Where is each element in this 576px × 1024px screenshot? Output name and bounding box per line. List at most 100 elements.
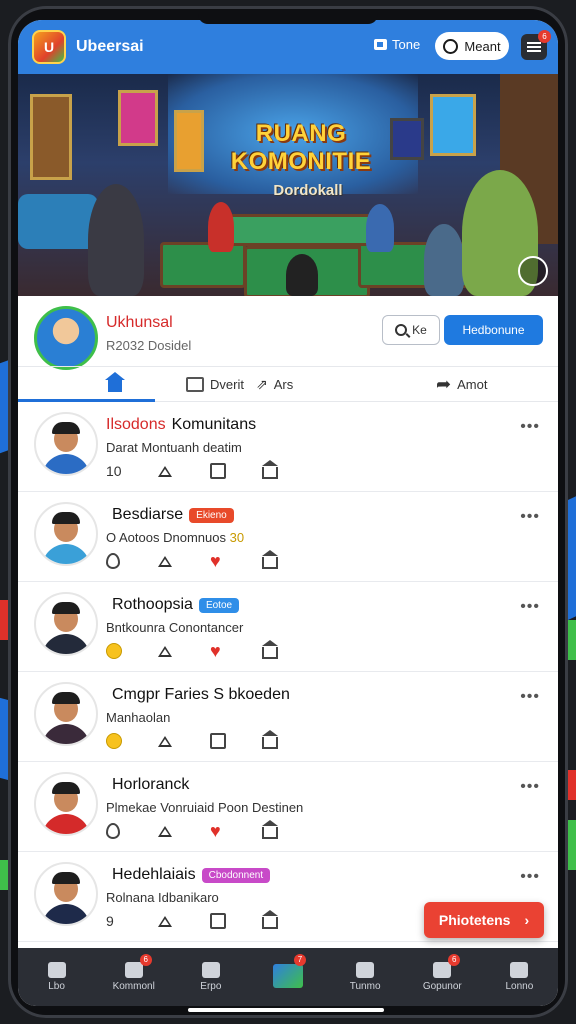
post-title-text: Rothoopsia (112, 596, 193, 613)
comment-button[interactable] (210, 912, 262, 930)
feed-post[interactable]: Rothoopsia Eotoe Bntkounra Conontancer •… (18, 582, 558, 672)
tab-more[interactable]: ➦ Amot (436, 367, 487, 401)
join-button[interactable]: Hedbonune (444, 315, 543, 345)
person-figure (366, 204, 394, 252)
avatar-hair (52, 422, 80, 434)
nav-item-kommonl[interactable]: Kommonl 6 (95, 948, 172, 1006)
more-options-icon[interactable]: ••• (520, 778, 540, 796)
smile-button[interactable] (106, 732, 158, 750)
create-icon (272, 963, 303, 988)
heart-icon: ♥ (210, 550, 221, 571)
more-options-icon[interactable]: ••• (520, 868, 540, 886)
search-button-label: Ke (412, 323, 427, 337)
nav-item-erpo[interactable]: Erpo (172, 948, 249, 1006)
save-button[interactable] (262, 550, 314, 570)
feed-post[interactable]: Ilsodons Komunitans Darat Montuanh deati… (18, 402, 558, 492)
feed-post[interactable]: Besdiarse Ekieno O Aotoos Dnomnuos 30 ••… (18, 492, 558, 582)
comment-button[interactable] (210, 732, 262, 750)
like-button[interactable] (106, 822, 158, 840)
avatar[interactable] (34, 412, 98, 476)
share-icon (158, 465, 172, 477)
more-options-icon[interactable]: ••• (520, 508, 540, 526)
heart-button[interactable]: ♥ (210, 550, 262, 571)
share-button[interactable] (158, 732, 210, 750)
app-logo[interactable]: U (32, 30, 66, 64)
menu-button[interactable]: 6 (521, 30, 551, 60)
tab-arts[interactable]: ⇗ Ars (256, 367, 293, 401)
toggle-icon (374, 39, 387, 50)
like-button[interactable] (106, 552, 158, 570)
post-subtitle: Plmekae Vonruiaid Poon Destinen (106, 800, 303, 815)
save-button[interactable] (262, 730, 314, 750)
save-icon (262, 730, 278, 749)
share-button[interactable] (158, 822, 210, 840)
smile-icon (106, 733, 122, 749)
reaction-count-value: 10 (106, 463, 122, 479)
home-indicator[interactable] (188, 1008, 384, 1012)
avatar[interactable] (34, 306, 98, 370)
more-options-icon[interactable]: ••• (520, 598, 540, 616)
avatar-hair (52, 872, 80, 884)
wall-poster (118, 90, 158, 146)
avatar[interactable] (34, 862, 98, 926)
nav-item-lonno[interactable]: Lonno (481, 948, 558, 1006)
save-icon (262, 460, 278, 479)
avatar-hair (52, 692, 80, 704)
reaction-count[interactable]: 9 (106, 912, 158, 930)
community-profile: Ukhunsal R2032 Dosidel Ke Hedbonune (18, 296, 558, 376)
save-button[interactable] (262, 460, 314, 480)
save-button[interactable] (262, 910, 314, 930)
feed-post[interactable]: Horloranck Plmekae Vonruiaid Poon Destin… (18, 762, 558, 852)
more-options-icon[interactable]: ••• (520, 418, 540, 436)
nav-item-lbo[interactable]: Lbo (18, 948, 95, 1006)
reaction-count[interactable]: 10 (106, 462, 158, 480)
nav-item-create[interactable]: 7 (249, 948, 326, 1006)
avatar[interactable] (34, 502, 98, 566)
feed-post[interactable]: Cmgpr Faries S bkoeden Manhaolan ••• (18, 672, 558, 762)
avatar-body (42, 634, 90, 654)
share-button[interactable] (158, 552, 210, 570)
wall-poster (430, 94, 476, 156)
hero-banner[interactable]: RUANG KOMONITIE Dordokall (18, 74, 558, 296)
tone-toggle-label: Tone (392, 37, 421, 52)
message-button[interactable]: Meant (435, 32, 509, 60)
post-title-text: Cmgpr Faries S bkoeden (112, 686, 290, 703)
home-icon (105, 372, 125, 392)
comment-button[interactable] (210, 462, 262, 480)
avatar-body (42, 724, 90, 744)
heart-button[interactable]: ♥ (210, 821, 262, 841)
avatar[interactable] (34, 682, 98, 746)
smile-icon (106, 643, 122, 659)
save-button[interactable] (262, 820, 314, 840)
share-button[interactable] (158, 462, 210, 480)
more-options-icon[interactable]: ••• (520, 688, 540, 706)
nav-item-tunmo[interactable]: Tunmo (327, 948, 404, 1006)
post-title: Rothoopsia Eotoe (106, 596, 240, 614)
person-figure (208, 202, 234, 252)
post-actions: ♥ (106, 550, 314, 571)
search-button[interactable]: Ke (382, 315, 440, 345)
expand-icon[interactable] (518, 256, 548, 286)
profile-icon (510, 962, 529, 978)
avatar[interactable] (34, 772, 98, 836)
person-figure (424, 224, 464, 296)
tab-home[interactable] (18, 367, 155, 402)
share-button[interactable] (158, 912, 210, 930)
smile-button[interactable] (106, 642, 158, 660)
avatar[interactable] (34, 592, 98, 656)
heart-button[interactable]: ♥ (210, 641, 262, 661)
share-icon (158, 915, 172, 927)
floating-action-button[interactable]: Phiotetens › (424, 902, 544, 938)
nav-item-gopunor[interactable]: Gopunor 6 (404, 948, 481, 1006)
notification-icon (433, 962, 452, 978)
tone-toggle[interactable]: Tone (374, 37, 420, 52)
post-feed: Ilsodons Komunitans Darat Montuanh deati… (18, 402, 558, 942)
tab-overview[interactable]: Dverit (186, 367, 244, 401)
save-button[interactable] (262, 640, 314, 660)
post-subtitle: Rolnana Idbanikaro (106, 890, 219, 905)
phone-frame: U Ubeersai Tone Meant 6 RUANG KOMONITIE … (8, 6, 568, 1018)
nav-item-label: Tunmo (349, 981, 381, 992)
hero-title: RUANG KOMONITIE (230, 120, 372, 175)
share-button[interactable] (158, 642, 210, 660)
bottom-navigation: Lbo Kommonl 6 Erpo 7 Tunmo Gopunor 6 Lon… (18, 948, 558, 1006)
